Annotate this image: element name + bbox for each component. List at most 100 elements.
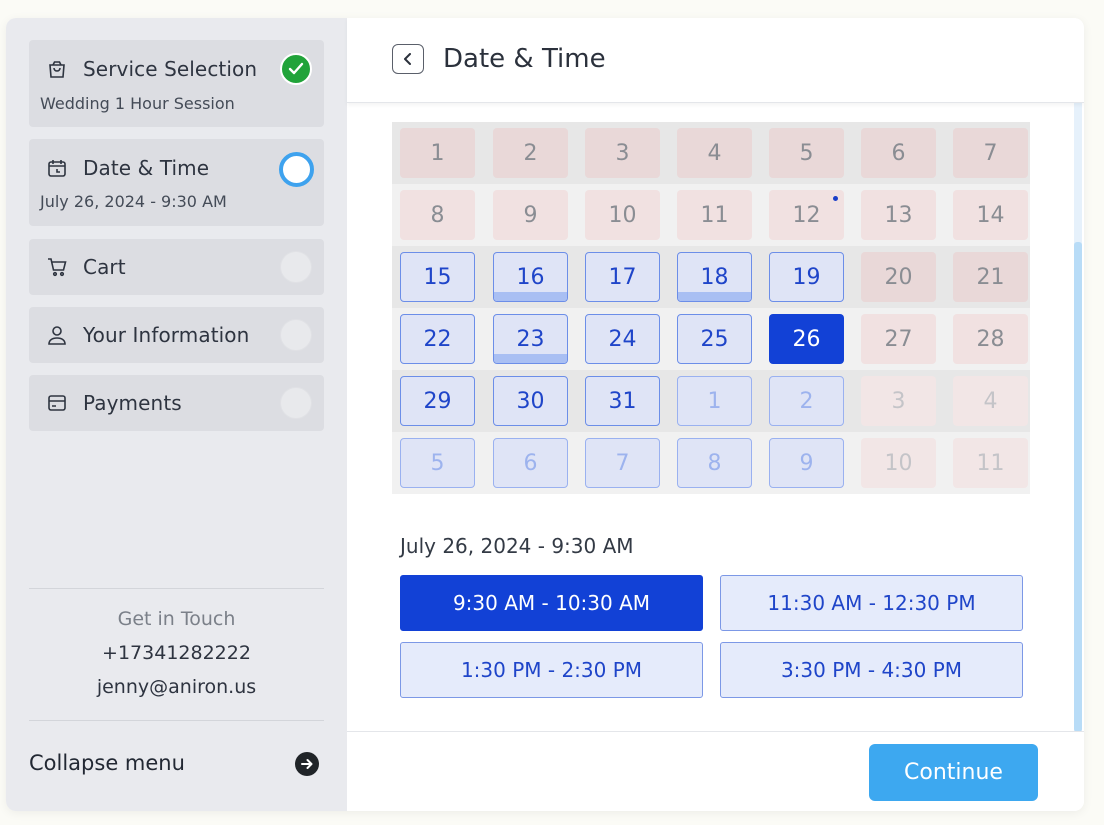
calendar-day: 8 xyxy=(677,438,752,488)
calendar-day: 9 xyxy=(493,190,568,240)
calendar-day-number: 29 xyxy=(423,388,452,414)
step-title: Your Information xyxy=(83,323,250,347)
booking-widget: Service Selection Wedding 1 Hour Session… xyxy=(6,18,1084,811)
main-panel: Date & Time 1 2 3 4 5 6 7 8 9 10 11 12 13 14 15 16 17 18 1… xyxy=(347,18,1084,811)
calendar-day-number: 23 xyxy=(516,326,545,352)
calendar-day-number: 3 xyxy=(891,388,906,414)
calendar-day[interactable]: 29 xyxy=(400,376,475,426)
step-payments[interactable]: Payments xyxy=(29,375,324,431)
calendar-day[interactable]: 30 xyxy=(493,376,568,426)
calendar-day[interactable]: 23 xyxy=(493,314,568,364)
calendar-day: 4 xyxy=(953,376,1028,426)
continue-button[interactable]: Continue xyxy=(869,744,1038,801)
calendar-day: 9 xyxy=(769,438,844,488)
calendar-day[interactable]: 18 xyxy=(677,252,752,302)
calendar-day: 8 xyxy=(400,190,475,240)
page-title: Date & Time xyxy=(443,44,606,74)
calendar-week-row: 22 23 24 25 26 27 28 xyxy=(392,308,1030,370)
step-title: Payments xyxy=(83,391,182,415)
divider xyxy=(29,720,324,721)
calendar-day: 7 xyxy=(585,438,660,488)
calendar-day-number: 20 xyxy=(884,264,913,290)
calendar-day[interactable]: 31 xyxy=(585,376,660,426)
calendar-day-number: 7 xyxy=(983,140,998,166)
calendar-day-number: 16 xyxy=(516,264,545,290)
calendar-day-number: 6 xyxy=(523,450,538,476)
pending-step-indicator xyxy=(280,387,312,419)
calendar-day-number: 26 xyxy=(792,326,821,352)
calendar-day: 11 xyxy=(677,190,752,240)
calendar-day-number: 12 xyxy=(792,202,821,228)
contact-phone[interactable]: +17341282222 xyxy=(29,642,324,664)
contact-email[interactable]: jenny@aniron.us xyxy=(29,676,324,698)
calendar-day-number: 8 xyxy=(707,450,722,476)
calendar-day: 2 xyxy=(493,128,568,178)
time-slot[interactable]: 9:30 AM - 10:30 AM xyxy=(400,575,703,631)
user-icon xyxy=(46,324,68,346)
calendar-day: 14 xyxy=(953,190,1028,240)
calendar-day[interactable]: 17 xyxy=(585,252,660,302)
calendar-day: 2 xyxy=(769,376,844,426)
calendar-grid: 1 2 3 4 5 6 7 8 9 10 11 12 13 14 15 16 17 18 19 20 21 22 23 24 2… xyxy=(392,122,1030,494)
calendar-day: 11 xyxy=(953,438,1028,488)
calendar-day[interactable]: 26 xyxy=(769,314,844,364)
calendar-day-number: 9 xyxy=(799,450,814,476)
calendar-day-number: 19 xyxy=(792,264,821,290)
sidebar: Service Selection Wedding 1 Hour Session… xyxy=(6,18,347,811)
calendar-day-number: 15 xyxy=(423,264,452,290)
scrollbar-thumb[interactable] xyxy=(1074,242,1082,732)
step-title: Service Selection xyxy=(83,57,258,81)
calendar-day-number: 13 xyxy=(884,202,913,228)
calendar-day-number: 21 xyxy=(976,264,1005,290)
step-title: Cart xyxy=(83,255,126,279)
calendar-week-row: 8 9 10 11 12 13 14 xyxy=(392,184,1030,246)
shopping-bag-icon xyxy=(46,58,68,80)
calendar-day[interactable]: 19 xyxy=(769,252,844,302)
calendar-day-number: 11 xyxy=(976,450,1005,476)
calendar-day: 6 xyxy=(493,438,568,488)
contact-heading: Get in Touch xyxy=(117,608,236,630)
calendar-day-number: 22 xyxy=(423,326,452,352)
calendar-day[interactable]: 25 xyxy=(677,314,752,364)
calendar-week-row: 15 16 17 18 19 20 21 xyxy=(392,246,1030,308)
calendar-day: 10 xyxy=(861,438,936,488)
collapse-arrow-icon[interactable] xyxy=(295,752,319,776)
calendar-day: 5 xyxy=(769,128,844,178)
step-title: Date & Time xyxy=(83,156,210,180)
calendar-day[interactable]: 15 xyxy=(400,252,475,302)
scrollbar[interactable] xyxy=(1074,102,1082,732)
step-subtitle: July 26, 2024 - 9:30 AM xyxy=(40,192,227,211)
calendar-week-row: 5 6 7 8 9 10 11 xyxy=(392,432,1030,494)
calendar-day-number: 27 xyxy=(884,326,913,352)
calendar-day: 6 xyxy=(861,128,936,178)
calendar-day-number: 5 xyxy=(430,450,445,476)
step-service-selection[interactable]: Service Selection Wedding 1 Hour Session xyxy=(29,40,324,127)
calendar-day: 3 xyxy=(861,376,936,426)
calendar-day: 10 xyxy=(585,190,660,240)
chevron-left-icon xyxy=(404,53,411,65)
calendar-day[interactable]: 16 xyxy=(493,252,568,302)
step-cart[interactable]: Cart xyxy=(29,239,324,295)
calendar-day-number: 24 xyxy=(608,326,637,352)
step-date-time[interactable]: Date & Time July 26, 2024 - 9:30 AM xyxy=(29,139,324,226)
calendar-day-number: 9 xyxy=(523,202,538,228)
calendar-day[interactable]: 24 xyxy=(585,314,660,364)
calendar-day: 4 xyxy=(677,128,752,178)
availability-bar xyxy=(678,292,751,301)
time-slot[interactable]: 1:30 PM - 2:30 PM xyxy=(400,642,703,698)
calendar-day-number: 8 xyxy=(430,202,445,228)
pending-step-indicator xyxy=(280,319,312,351)
calendar-day: 1 xyxy=(400,128,475,178)
credit-card-icon xyxy=(46,392,68,414)
step-your-information[interactable]: Your Information xyxy=(29,307,324,363)
time-slot[interactable]: 11:30 AM - 12:30 PM xyxy=(720,575,1023,631)
calendar-day[interactable]: 22 xyxy=(400,314,475,364)
calendar-day: 1 xyxy=(677,376,752,426)
back-button[interactable] xyxy=(392,44,424,74)
calendar-day-number: 2 xyxy=(799,388,814,414)
collapse-menu-label[interactable]: Collapse menu xyxy=(29,751,185,775)
availability-bar xyxy=(494,292,567,301)
calendar-day: 21 xyxy=(953,252,1028,302)
time-slot[interactable]: 3:30 PM - 4:30 PM xyxy=(720,642,1023,698)
completed-check-icon xyxy=(280,53,312,85)
